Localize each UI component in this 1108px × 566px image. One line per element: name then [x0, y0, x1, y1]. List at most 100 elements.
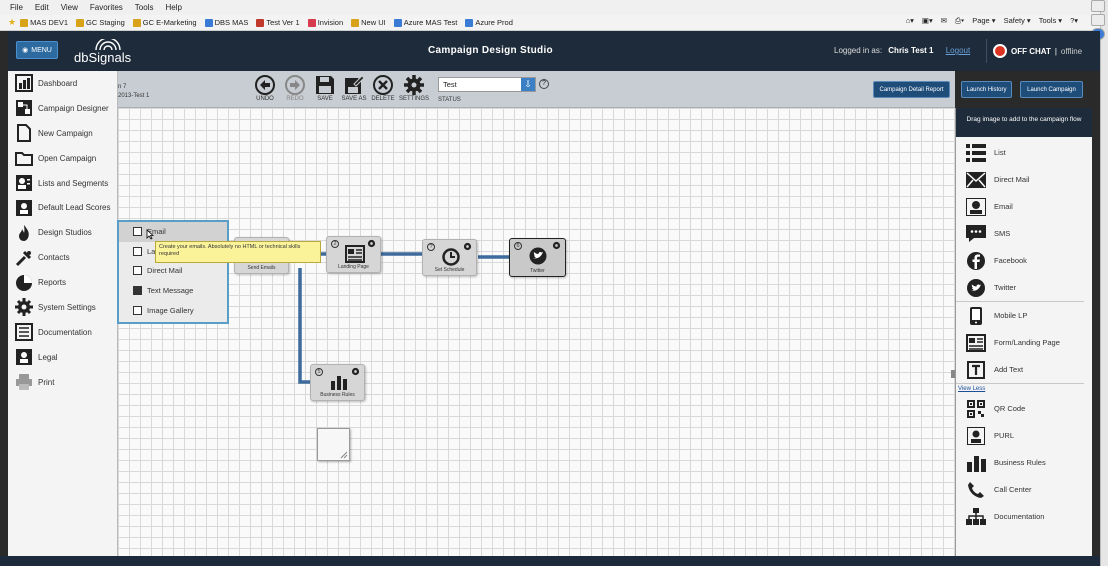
campaign-canvas[interactable]: 1 Send Emails 2 Landing Page ? Set Sched…	[118, 108, 955, 556]
favorite-link[interactable]: Azure Prod	[465, 18, 513, 27]
resize-handle-icon[interactable]	[340, 451, 348, 459]
favorite-link[interactable]: New UI	[351, 18, 386, 27]
gear-icon[interactable]	[351, 367, 360, 376]
palette-item-sms[interactable]: SMS	[956, 220, 1092, 247]
status-label: STATUS	[438, 97, 461, 103]
menu-item-campaign-designer[interactable]: Campaign Designer	[8, 96, 117, 121]
menu-item-open-campaign[interactable]: Open Campaign	[8, 146, 117, 171]
home-icon[interactable]: ⌂▾	[906, 16, 914, 26]
status-select[interactable]: Test ⇩	[438, 77, 536, 92]
favorite-link[interactable]: DBS MAS	[204, 18, 248, 27]
undo-button[interactable]: UNDO	[248, 75, 282, 102]
popup-item-image-gallery[interactable]: Image Gallery	[119, 300, 227, 320]
menu-item-legal[interactable]: Legal	[8, 345, 117, 370]
node-number: 6	[514, 242, 522, 250]
minimize-button[interactable]	[1091, 0, 1105, 12]
favorite-link[interactable]: GC E-Marketing	[132, 18, 197, 27]
launch-campaign-button[interactable]: Launch Campaign	[1020, 81, 1083, 98]
safety-menu[interactable]: Safety ▾	[1004, 16, 1031, 26]
palette-item-direct-mail[interactable]: Direct Mail	[956, 166, 1092, 193]
dashboard-icon	[15, 74, 33, 93]
rss-icon[interactable]: ▣▾	[922, 16, 933, 26]
tools-menu[interactable]: Tools ▾	[1039, 16, 1062, 26]
menu-item-documentation[interactable]: Documentation	[8, 320, 117, 345]
browser-scrollbar[interactable]	[1100, 0, 1108, 566]
flow-node-set-schedule[interactable]: ? Set Schedule	[422, 239, 477, 276]
envelope-icon	[966, 171, 986, 189]
list-icon	[966, 143, 986, 162]
popup-item-direct-mail[interactable]: Direct Mail	[119, 261, 227, 281]
restore-button[interactable]	[1091, 14, 1105, 26]
menu-item-reports[interactable]: Reports	[8, 270, 117, 295]
menu-help[interactable]: Help	[165, 3, 181, 12]
logout-link[interactable]: Logout	[946, 46, 970, 55]
popup-item-text-message[interactable]: Text Message	[119, 281, 227, 301]
palette-item-purl[interactable]: PURL	[956, 422, 1092, 449]
palette-item-documentation[interactable]: Documentation	[956, 503, 1092, 530]
menu-tools[interactable]: Tools	[135, 3, 154, 12]
redo-button[interactable]: REDO	[278, 75, 312, 102]
settings-button[interactable]: SETTINGS	[397, 75, 431, 102]
gear-icon[interactable]	[367, 239, 376, 248]
view-less-link[interactable]: View Less	[956, 384, 1092, 395]
flow-connectors	[284, 252, 510, 384]
flow-node-business-rules[interactable]: 5 Business Rules	[310, 364, 365, 401]
chat-toggle[interactable]: OFF CHAT | offline	[986, 39, 1098, 63]
palette-item-add-text[interactable]: Add Text	[956, 356, 1092, 383]
menu-item-lists-and-segments[interactable]: Lists and Segments	[8, 171, 117, 196]
facebook-icon	[966, 251, 986, 270]
favorite-link[interactable]: Azure MAS Test	[393, 18, 457, 27]
undo-icon	[255, 75, 275, 95]
logo-text: dbSignals	[74, 50, 132, 65]
menu-button[interactable]: ◉ MENU	[16, 41, 58, 59]
gear-icon[interactable]	[463, 242, 472, 251]
palette-item-twitter[interactable]: Twitter	[956, 274, 1092, 301]
help-icon[interactable]: ?	[539, 79, 549, 89]
chat-label: OFF CHAT	[1011, 46, 1051, 56]
palette-item-email[interactable]: Email	[956, 193, 1092, 220]
favorite-link[interactable]: Invision	[307, 18, 343, 27]
help-icon[interactable]: ?▾	[1070, 16, 1078, 26]
chevron-down-icon: ⇩	[521, 78, 535, 91]
palette-item-call-center[interactable]: Call Center	[956, 476, 1092, 503]
palette-item-mobile-lp[interactable]: Mobile LP	[956, 302, 1092, 329]
menu-favorites[interactable]: Favorites	[90, 3, 123, 12]
launch-history-button[interactable]: Launch History	[961, 81, 1012, 98]
menu-file[interactable]: File	[10, 3, 23, 12]
palette-item-form-landing-page[interactable]: Form/Landing Page	[956, 329, 1092, 356]
palette-item-qr-code[interactable]: QR Code	[956, 395, 1092, 422]
flow-node-twitter[interactable]: 6 Twitter	[509, 238, 566, 277]
bar-chart-icon	[331, 376, 347, 390]
menu-item-contacts[interactable]: Contacts	[8, 245, 117, 270]
chat-separator: |	[1054, 46, 1057, 56]
menu-item-new-campaign[interactable]: New Campaign	[8, 121, 117, 146]
menu-item-system-settings[interactable]: System Settings	[8, 295, 117, 320]
favorite-link[interactable]: MAS DEV1	[20, 18, 68, 27]
favorites-star-icon[interactable]: ★	[8, 17, 16, 28]
palette-item-list[interactable]: List	[956, 139, 1092, 166]
save-icon	[316, 76, 334, 94]
menu-item-design-studios[interactable]: Design Studios	[8, 220, 117, 245]
sms-icon	[966, 224, 986, 243]
favorite-link[interactable]: GC Staging	[76, 18, 125, 27]
palette-item-business-rules[interactable]: Business Rules	[956, 449, 1092, 476]
page-menu[interactable]: Page ▾	[972, 16, 995, 26]
menu-item-default-lead-scores[interactable]: Default Lead Scores	[8, 195, 117, 220]
menu-item-print[interactable]: Print	[8, 370, 117, 395]
flow-node-landing-page[interactable]: 2 Landing Page	[326, 236, 381, 273]
popup-item-email[interactable]: Email	[119, 222, 227, 242]
empty-drop-node[interactable]	[317, 428, 350, 461]
menu-view[interactable]: View	[61, 3, 78, 12]
delete-icon	[373, 75, 393, 95]
menu-item-dashboard[interactable]: Dashboard	[8, 71, 117, 96]
menu-edit[interactable]: Edit	[35, 3, 49, 12]
mail-icon[interactable]: ✉	[941, 16, 947, 26]
delete-button[interactable]: DELETE	[366, 75, 400, 102]
campaign-detail-report-button[interactable]: Campaign Detail Report	[873, 81, 950, 98]
favorite-link[interactable]: Test Ver 1	[256, 18, 300, 27]
gear-icon[interactable]	[552, 241, 561, 250]
printer-icon[interactable]: ⎙▾	[955, 16, 964, 26]
palette-item-facebook[interactable]: Facebook	[956, 247, 1092, 274]
text-icon	[966, 360, 986, 379]
splitter-handle[interactable]	[951, 370, 955, 378]
